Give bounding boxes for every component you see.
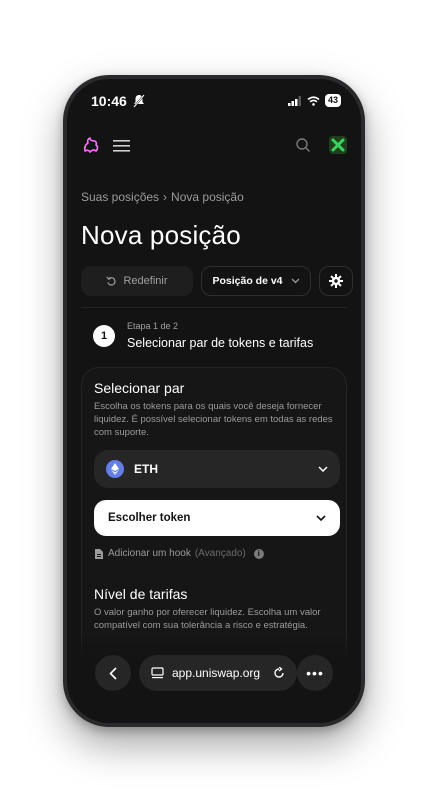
version-label: Posição de v4	[212, 275, 283, 287]
bell-muted-icon	[133, 94, 145, 108]
step-name: Selecionar par de tokens e tarifas	[127, 336, 314, 350]
chevron-left-icon	[109, 666, 117, 680]
address-bar[interactable]: app.uniswap.org	[139, 655, 297, 691]
breadcrumb-parent[interactable]: Suas posições	[81, 190, 159, 204]
reset-icon	[106, 276, 117, 286]
fee-heading: Nível de tarifas	[94, 586, 188, 602]
phone-frame: 10:46 43 Suas posições › Nova posição No…	[63, 75, 365, 727]
step-indicator: 1 Etapa 1 de 2 Selecionar par de tokens …	[93, 321, 347, 355]
document-icon	[95, 548, 103, 559]
chevron-down-icon	[318, 466, 328, 472]
back-button[interactable]	[95, 655, 131, 691]
info-icon[interactable]: i	[253, 548, 264, 559]
more-options-button[interactable]: •••	[297, 655, 333, 691]
status-right: 43	[287, 94, 341, 107]
version-select[interactable]: Posição de v4	[201, 266, 311, 296]
app-header	[81, 135, 347, 159]
action-row: Redefinir Posição de v4	[81, 266, 361, 296]
breadcrumb: Suas posições › Nova posição	[81, 190, 244, 204]
add-hook-link[interactable]: Adicionar um hook (Avançado) i	[94, 548, 264, 559]
section-divider	[81, 307, 347, 308]
uniswap-unicorn-icon[interactable]	[81, 135, 101, 155]
breadcrumb-current: Nova posição	[171, 190, 244, 204]
step-label: Etapa 1 de 2	[127, 321, 179, 331]
settings-button[interactable]	[319, 266, 353, 296]
page-title: Nova posição	[81, 220, 241, 250]
status-time: 10:46	[91, 93, 127, 109]
hamburger-menu-icon[interactable]	[113, 138, 131, 154]
screen: 10:46 43 Suas posições › Nova posição No…	[67, 79, 361, 723]
eth-icon	[106, 460, 124, 478]
browser-toolbar: app.uniswap.org •••	[67, 631, 361, 723]
signal-icon	[287, 95, 301, 106]
search-icon[interactable]	[295, 137, 311, 153]
step-number: 1	[93, 325, 115, 347]
token-b-select[interactable]: Escolher token	[94, 500, 340, 536]
fee-description: O valor ganho por oferecer liquidez. Esc…	[94, 607, 321, 631]
pair-heading: Selecionar par	[94, 380, 185, 396]
more-icon: •••	[306, 665, 324, 681]
battery-indicator: 43	[324, 94, 341, 107]
reset-button[interactable]: Redefinir	[81, 266, 193, 296]
hook-label: Adicionar um hook	[108, 548, 191, 559]
token-b-label: Escolher token	[108, 512, 191, 524]
hook-hint: (Avançado)	[194, 548, 246, 559]
url-text: app.uniswap.org	[172, 666, 261, 680]
status-bar: 10:46 43	[67, 93, 361, 111]
reload-icon[interactable]	[273, 667, 285, 679]
wallet-avatar[interactable]	[329, 136, 347, 154]
breadcrumb-separator: ›	[163, 190, 168, 204]
chevron-down-icon	[291, 278, 299, 284]
wifi-icon	[307, 95, 320, 106]
token-a-select[interactable]: ETH	[94, 450, 340, 488]
token-a-label: ETH	[134, 462, 158, 476]
chevron-down-icon	[316, 515, 326, 521]
reset-label: Redefinir	[123, 275, 168, 287]
tabs-icon	[151, 667, 164, 679]
pair-description: Escolha os tokens para os quais você des…	[94, 401, 333, 438]
gear-icon	[329, 274, 343, 288]
